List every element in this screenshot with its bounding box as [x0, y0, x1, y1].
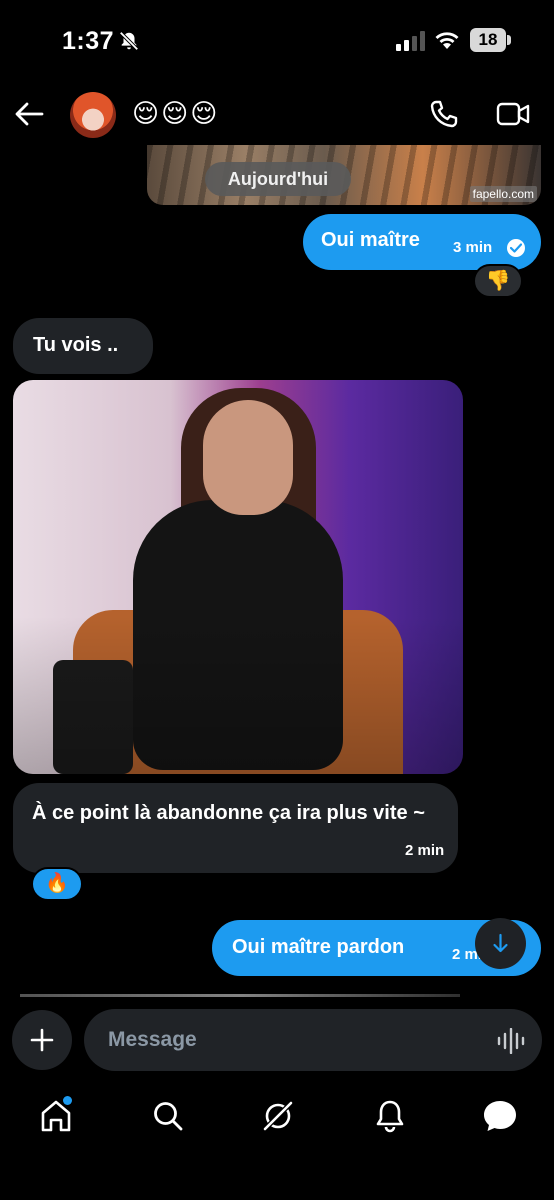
contact-avatar[interactable] [70, 92, 116, 138]
video-call-icon[interactable] [496, 100, 530, 128]
reaction-fire[interactable]: 🔥 [31, 867, 83, 901]
next-attachment-edge [20, 994, 460, 997]
photo-shade [13, 380, 463, 774]
sent-message[interactable]: Oui maître 3 min [303, 214, 541, 270]
signal-icon [396, 31, 425, 51]
image-watermark: fapello.com [469, 186, 537, 202]
messages-icon[interactable] [482, 1098, 518, 1134]
wifi-icon [435, 32, 459, 49]
contact-name[interactable]: 😌😌😌 [132, 99, 219, 129]
received-image-attachment[interactable] [13, 380, 463, 774]
battery-tip [507, 35, 511, 45]
message-text: Tu vois .. [33, 334, 119, 356]
back-arrow-icon[interactable] [12, 96, 46, 132]
message-time: 3 min [453, 239, 493, 256]
add-attachment-button[interactable] [12, 1010, 72, 1070]
date-separator: Aujourd'hui [205, 162, 351, 196]
message-text: Oui maître [321, 229, 420, 251]
grok-icon[interactable] [260, 1098, 296, 1134]
arrow-down-icon [493, 933, 508, 953]
message-time: 2 min [405, 842, 445, 859]
received-message[interactable]: À ce point là abandonne ça ira plus vite… [13, 783, 458, 873]
plus-icon [30, 1028, 54, 1052]
scroll-to-bottom-button[interactable] [475, 918, 526, 969]
received-message[interactable]: Tu vois .. [13, 318, 153, 374]
search-icon[interactable] [150, 1098, 186, 1134]
battery-indicator: 18 [470, 28, 506, 52]
home-notification-dot [63, 1096, 72, 1105]
phone-icon[interactable] [428, 98, 460, 130]
message-input[interactable] [84, 1009, 542, 1071]
message-text: Oui maître pardon [232, 936, 405, 958]
message-text: À ce point là abandonne ça ira plus vite… [32, 802, 425, 824]
bell-off-icon [119, 31, 139, 51]
read-check-icon [507, 239, 525, 257]
status-time: 1:37 [62, 27, 115, 55]
reaction-thumbs-down[interactable]: 👎 [473, 264, 523, 298]
voice-message-icon[interactable] [497, 1028, 525, 1054]
notifications-icon[interactable] [372, 1098, 408, 1134]
